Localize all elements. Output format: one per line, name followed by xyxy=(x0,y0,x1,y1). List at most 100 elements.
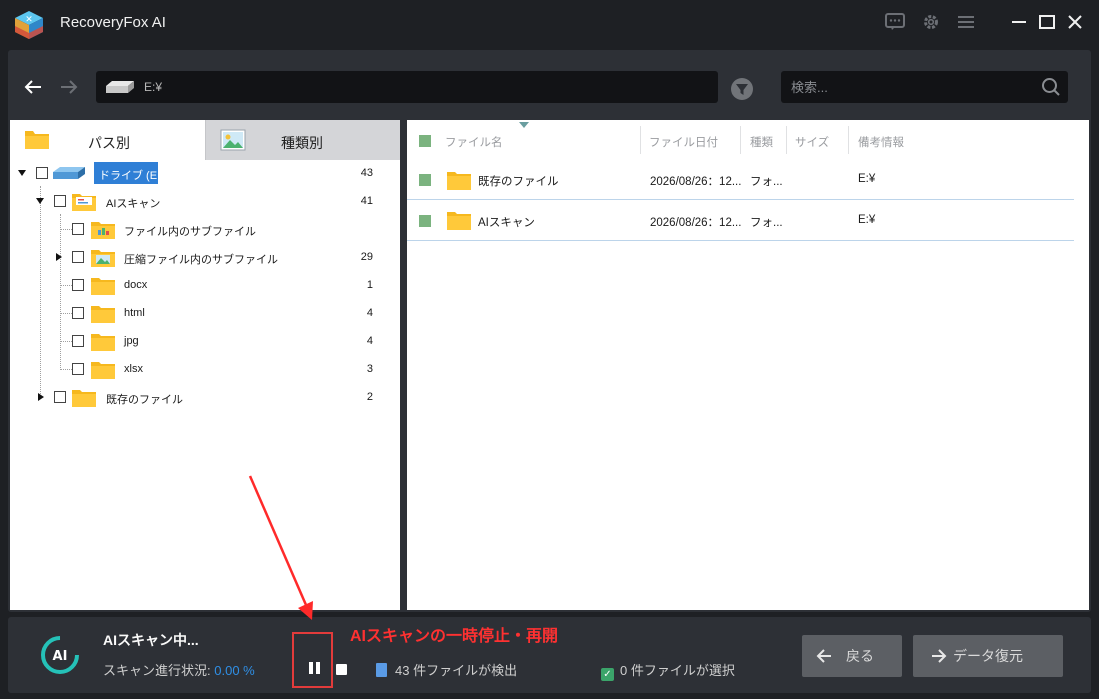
tree-item-compressed-subfiles[interactable]: 圧縮ファイル内のサブファイル 29 xyxy=(10,244,400,270)
expand-arrow-icon[interactable] xyxy=(18,170,26,176)
cell-date: 2026/08/26：12... xyxy=(650,176,742,188)
column-header: ファイル名 ファイル日付 種類 サイズ 備考情報 xyxy=(407,120,1089,160)
settings-gear-icon[interactable] xyxy=(919,10,943,34)
tree-checkbox[interactable] xyxy=(72,251,84,263)
tree-checkbox[interactable] xyxy=(54,391,66,403)
table-row[interactable]: 既存のファイル 2026/08/26：12... フォ... E:¥ xyxy=(407,160,1074,200)
cell-note: E:¥ xyxy=(858,214,876,226)
row-checkbox[interactable] xyxy=(419,215,431,227)
selected-count-label: 0 件ファイルが選択 xyxy=(620,663,735,678)
tree-checkbox[interactable] xyxy=(72,335,84,347)
tree-item-label: jpg xyxy=(124,335,139,347)
tree-item-count: 2 xyxy=(366,391,373,403)
tab-type[interactable]: 種類別 xyxy=(205,120,400,160)
tab-path[interactable]: パス別 xyxy=(10,120,205,160)
cell-type: フォ... xyxy=(750,176,783,188)
tree-checkbox[interactable] xyxy=(72,307,84,319)
tree-item-label: AIスキャン xyxy=(106,198,161,210)
found-count: 43 件ファイルが検出 xyxy=(376,660,517,679)
tab-path-label: パス別 xyxy=(88,135,130,151)
tree-item-drive[interactable]: ドライブ (E:) 43 xyxy=(10,160,400,186)
back-arrow-icon[interactable] xyxy=(20,74,46,100)
select-all-checkbox[interactable] xyxy=(419,135,431,147)
forward-arrow-icon[interactable] xyxy=(56,74,82,100)
found-count-label: 43 件ファイルが検出 xyxy=(395,663,518,678)
cell-date: 2026/08/26：12... xyxy=(650,217,742,229)
tree-item-jpg[interactable]: jpg 4 xyxy=(10,328,400,354)
feedback-icon[interactable] xyxy=(883,10,907,34)
cell-type: フォ... xyxy=(750,217,783,229)
column-divider[interactable] xyxy=(786,126,787,154)
file-list-panel: ファイル名 ファイル日付 種類 サイズ 備考情報 既存のファイル 2026/08… xyxy=(407,120,1089,610)
restore-button[interactable]: データ復元 xyxy=(913,635,1063,677)
tree-item-subfiles[interactable]: ファイル内のサブファイル xyxy=(10,216,400,242)
folder-icon xyxy=(447,172,471,190)
col-size[interactable]: サイズ xyxy=(795,134,829,150)
tree-item-count: 41 xyxy=(360,195,373,207)
scan-progress-label: スキャン進行状況: xyxy=(103,663,211,678)
tree-item-count: 4 xyxy=(366,307,373,319)
column-divider[interactable] xyxy=(740,126,741,154)
tree-item-count: 3 xyxy=(366,363,373,375)
filter-button[interactable] xyxy=(731,78,753,100)
search-icon[interactable] xyxy=(1038,74,1064,100)
expand-arrow-icon[interactable] xyxy=(38,393,44,401)
close-button[interactable] xyxy=(1061,8,1089,36)
svg-text:✕: ✕ xyxy=(25,15,33,25)
scan-title: AIスキャン中... xyxy=(103,632,199,648)
ai-scan-icon: AI xyxy=(41,636,79,674)
annotation-highlight-box xyxy=(292,632,333,688)
path-bar[interactable]: E:¥ xyxy=(96,71,718,103)
path-text: E:¥ xyxy=(144,80,163,94)
maximize-button[interactable] xyxy=(1033,8,1061,36)
folder-icon xyxy=(72,390,96,407)
column-divider[interactable] xyxy=(848,126,849,154)
folder-image-icon xyxy=(91,250,115,267)
folder-icon xyxy=(91,278,115,295)
tree-checkbox[interactable] xyxy=(72,223,84,235)
folder-icon xyxy=(91,362,115,379)
tree-item-existing-files[interactable]: 既存のファイル 2 xyxy=(10,384,400,410)
tree-checkbox[interactable] xyxy=(36,167,48,179)
tree-item-label: html xyxy=(124,307,145,319)
arrow-left-icon xyxy=(816,649,831,663)
scan-progress: スキャン進行状況: 0.00 % xyxy=(103,660,255,679)
row-checkbox[interactable] xyxy=(419,174,431,186)
search-box xyxy=(781,71,1068,103)
restore-button-label: データ復元 xyxy=(953,648,1023,664)
table-row[interactable]: AIスキャン 2026/08/26：12... フォ... E:¥ xyxy=(407,201,1074,241)
col-filename[interactable]: ファイル名 xyxy=(445,134,503,150)
app-title: RecoveryFox AI xyxy=(60,14,166,31)
tree-item-label: docx xyxy=(124,279,148,291)
search-input[interactable] xyxy=(791,71,1031,103)
folder-icon xyxy=(447,212,471,230)
col-type[interactable]: 種類 xyxy=(750,134,773,150)
image-icon xyxy=(220,129,246,151)
tree-item-html[interactable]: html 4 xyxy=(10,300,400,326)
column-divider[interactable] xyxy=(640,126,641,154)
tree-checkbox[interactable] xyxy=(72,363,84,375)
stop-button[interactable] xyxy=(336,664,347,675)
folder-icon xyxy=(25,131,49,149)
expand-arrow-icon[interactable] xyxy=(36,198,44,204)
back-button-label: 戻る xyxy=(846,648,874,664)
tree-item-label: 既存のファイル xyxy=(106,394,183,406)
minimize-button[interactable] xyxy=(1005,8,1033,36)
cell-filename: AIスキャン xyxy=(478,217,535,229)
col-note[interactable]: 備考情報 xyxy=(858,134,904,150)
tree-item-xlsx[interactable]: xlsx 3 xyxy=(10,356,400,382)
tree-checkbox[interactable] xyxy=(54,195,66,207)
expand-arrow-icon[interactable] xyxy=(56,253,62,261)
ai-folder-icon xyxy=(72,194,96,211)
back-button[interactable]: 戻る xyxy=(802,635,902,677)
col-date[interactable]: ファイル日付 xyxy=(649,134,718,150)
sort-arrow-icon[interactable] xyxy=(519,122,529,128)
menu-icon[interactable] xyxy=(954,10,978,34)
scan-progress-value: 0.00 % xyxy=(214,663,255,678)
title-bar: ✕ RecoveryFox AI xyxy=(0,0,1099,48)
tree-item-docx[interactable]: docx 1 xyxy=(10,272,400,298)
selected-count: ✓ 0 件ファイルが選択 xyxy=(601,660,735,681)
tree-checkbox[interactable] xyxy=(72,279,84,291)
annotation-text: AIスキャンの一時停止・再開 xyxy=(350,628,559,645)
tree-item-ai-scan[interactable]: AIスキャン 41 xyxy=(10,188,400,214)
